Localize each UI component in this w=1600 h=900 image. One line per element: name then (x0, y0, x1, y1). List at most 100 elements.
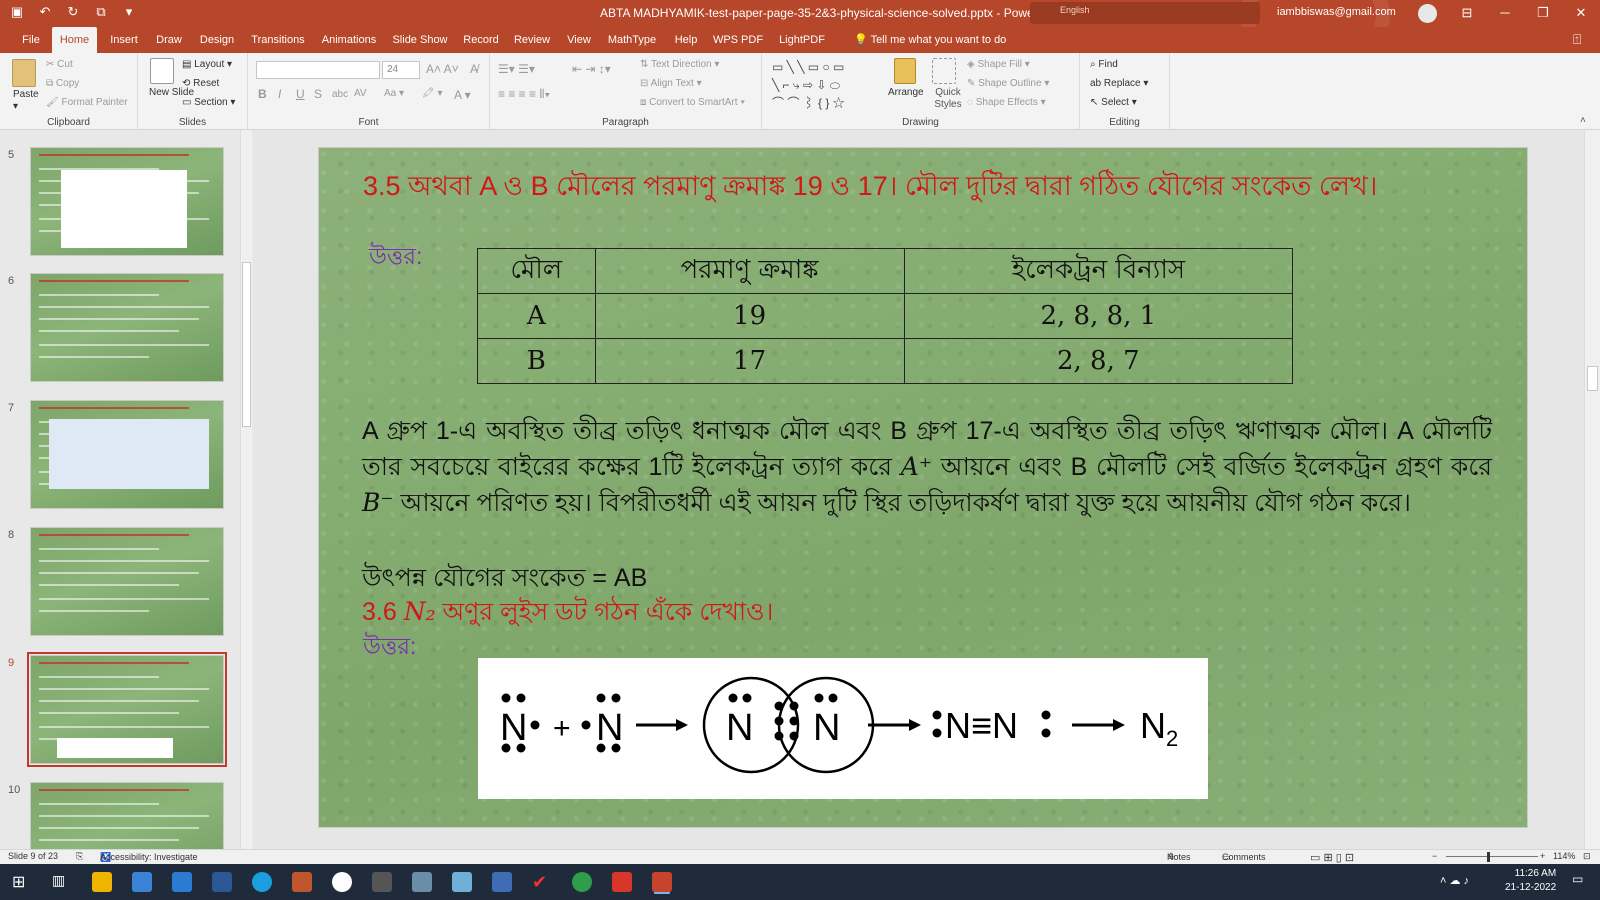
slide-thumbnail[interactable] (30, 400, 224, 509)
edge-icon[interactable] (252, 872, 272, 892)
tab-transitions[interactable]: Transitions (248, 27, 308, 53)
thumbnail-scroll-thumb[interactable] (242, 262, 251, 427)
chrome-alt-icon[interactable] (572, 872, 592, 892)
paste-dropdown-icon[interactable]: ▾ (13, 101, 18, 112)
tab-mathtype[interactable]: MathType (604, 27, 660, 53)
bullets-icon[interactable]: ☰▾ ☰▾ (498, 62, 535, 76)
new-slide-icon[interactable] (150, 58, 174, 84)
app-icon-blue[interactable] (132, 872, 152, 892)
font-size-combo[interactable]: 24 (382, 61, 420, 79)
check-app-icon[interactable]: ✔ (532, 872, 552, 892)
close-button[interactable]: ✕ (1562, 0, 1600, 27)
view-buttons[interactable]: ▭ ⊞ ▯ ⊡ (1310, 851, 1354, 864)
quick-styles-button[interactable]: Quick Styles (928, 87, 968, 111)
from-beginning-icon[interactable]: ⧉ (92, 4, 110, 20)
user-account[interactable]: iambbiswas@gmail.com (1277, 6, 1396, 18)
word-icon[interactable] (212, 872, 232, 892)
align-text-button[interactable]: ⊟ Align Text ▾ (640, 78, 702, 89)
avatar[interactable] (1418, 4, 1437, 23)
tab-record[interactable]: Record (461, 27, 501, 53)
collapse-ribbon-icon[interactable]: ˄ (1580, 115, 1586, 126)
shadow-button[interactable]: S (314, 87, 322, 101)
replace-button[interactable]: ab Replace ▾ (1090, 78, 1148, 89)
paste-button[interactable]: Paste (13, 89, 39, 100)
shape-effects-button[interactable]: ◌ Shape Effects ▾ (967, 97, 1046, 108)
tab-help[interactable]: Help (671, 27, 701, 53)
restore-button[interactable]: ❐ (1524, 0, 1562, 27)
file-explorer-icon[interactable] (92, 872, 112, 892)
tab-lightpdf[interactable]: LightPDF (776, 27, 828, 53)
paste-icon[interactable] (12, 59, 36, 87)
save-icon[interactable]: ▣ (8, 4, 26, 20)
zoom-slider-thumb[interactable] (1487, 852, 1490, 862)
tab-wps-pdf[interactable]: WPS PDF (712, 27, 764, 53)
windows-start-icon[interactable]: ⊞ (12, 872, 32, 892)
slide-scroll-thumb[interactable] (1587, 366, 1598, 391)
indent-icons[interactable]: ⇤ ⇥ ↕▾ (572, 62, 611, 76)
reset-button[interactable]: ⟲ Reset (182, 78, 219, 89)
find-button[interactable]: ⌕ Find (1090, 59, 1118, 70)
undo-icon[interactable]: ↶ (36, 4, 54, 20)
clear-formatting-icon[interactable]: A̸ (470, 62, 478, 76)
zoom-in-icon[interactable]: + (1540, 851, 1545, 861)
change-case-button[interactable]: Aa ▾ (384, 88, 404, 99)
powerpoint-icon[interactable] (652, 872, 672, 892)
settings-app-icon[interactable] (412, 872, 432, 892)
underline-button[interactable]: U (296, 87, 305, 101)
tab-slide-show[interactable]: Slide Show (390, 27, 450, 53)
element-table[interactable]: মৌল পরমাণু ক্রমাঙ্ক ইলেকট্রন বিন্যাস A 1… (477, 248, 1294, 384)
taskbar-clock[interactable]: 11:26 AM 21-12-2022 (1505, 867, 1556, 895)
wps-icon[interactable] (612, 872, 632, 892)
format-painter-button[interactable]: 🖌 Format Painter (46, 97, 128, 108)
shapes-gallery[interactable]: ▭ ╲ ╲ ▭ ○ ▭ ╲ ⌐ ⤷ ⇨ ⇩ ⬭ ⌒ ⌒ ⌇ { } ☆ (772, 58, 845, 112)
layout-button[interactable]: ▤ Layout ▾ (182, 59, 232, 70)
tell-me-box[interactable]: 💡 Tell me what you want to do (854, 33, 1006, 46)
tab-draw[interactable]: Draw (152, 27, 186, 53)
arrange-button[interactable]: Arrange (888, 87, 924, 98)
fit-slide-icon[interactable]: ⊡ (1583, 851, 1591, 862)
redo-icon[interactable]: ↻ (64, 4, 82, 20)
chrome-icon[interactable] (332, 872, 352, 892)
current-slide[interactable]: 3.5 অথবা A ও B মৌলের পরমাণু ক্রমাঙ্ক 19 … (318, 147, 1528, 828)
font-color-button[interactable]: A ▾ (454, 88, 471, 102)
app-icon-gray[interactable] (372, 872, 392, 892)
tab-file[interactable]: File (18, 27, 44, 53)
char-spacing-icon[interactable]: AV (354, 88, 367, 99)
highlight-icon[interactable]: 🖍 ▾ (422, 88, 443, 99)
tab-animations[interactable]: Animations (318, 27, 380, 53)
italic-button[interactable]: I (278, 87, 281, 101)
tab-design[interactable]: Design (196, 27, 238, 53)
task-view-icon[interactable]: ▥ (52, 872, 72, 892)
slide-thumbnail[interactable] (30, 147, 224, 256)
lewis-dot-diagram[interactable]: N + N N N N≡N N 2 (478, 658, 1208, 799)
copy-button[interactable]: ⧉ Copy (46, 78, 79, 89)
zoom-slider-track[interactable] (1446, 856, 1538, 857)
store-icon[interactable] (172, 872, 192, 892)
smartart-button[interactable]: ⧈ Convert to SmartArt ▾ (640, 97, 745, 108)
align-icons[interactable]: ≡ ≡ ≡ ≡ ⫴▾ (498, 87, 550, 102)
increase-font-icon[interactable]: A˄ A˅ (426, 62, 459, 76)
minimize-button[interactable]: ─ (1486, 0, 1524, 27)
cut-button[interactable]: ✂ Cut (46, 59, 73, 70)
slide-thumbnail[interactable] (27, 652, 227, 767)
select-button[interactable]: ↖ Select ▾ (1090, 97, 1137, 108)
zoom-out-icon[interactable]: − (1432, 851, 1437, 861)
quick-styles-icon[interactable] (932, 58, 956, 84)
slide-thumbnail[interactable] (30, 527, 224, 636)
thumbnail-scrollbar[interactable] (240, 130, 252, 849)
strikethrough-button[interactable]: abc (332, 89, 348, 100)
arrange-icon[interactable] (894, 58, 916, 84)
notes-app-icon[interactable] (452, 872, 472, 892)
slide-thumbnail[interactable] (30, 273, 224, 382)
notification-icon[interactable]: ▭ (1572, 872, 1592, 892)
tab-insert[interactable]: Insert (104, 27, 144, 53)
text-direction-button[interactable]: ⇅ Text Direction ▾ (640, 59, 719, 70)
paint-icon[interactable] (292, 872, 312, 892)
shape-outline-button[interactable]: ✎ Shape Outline ▾ (967, 78, 1049, 89)
bold-button[interactable]: B (258, 87, 267, 101)
tab-view[interactable]: View (564, 27, 594, 53)
tab-review[interactable]: Review (512, 27, 552, 53)
spelling-icon[interactable]: ⎘ (76, 851, 83, 862)
shape-fill-button[interactable]: ◈ Shape Fill ▾ (967, 59, 1030, 70)
tab-home[interactable]: Home (52, 27, 97, 53)
